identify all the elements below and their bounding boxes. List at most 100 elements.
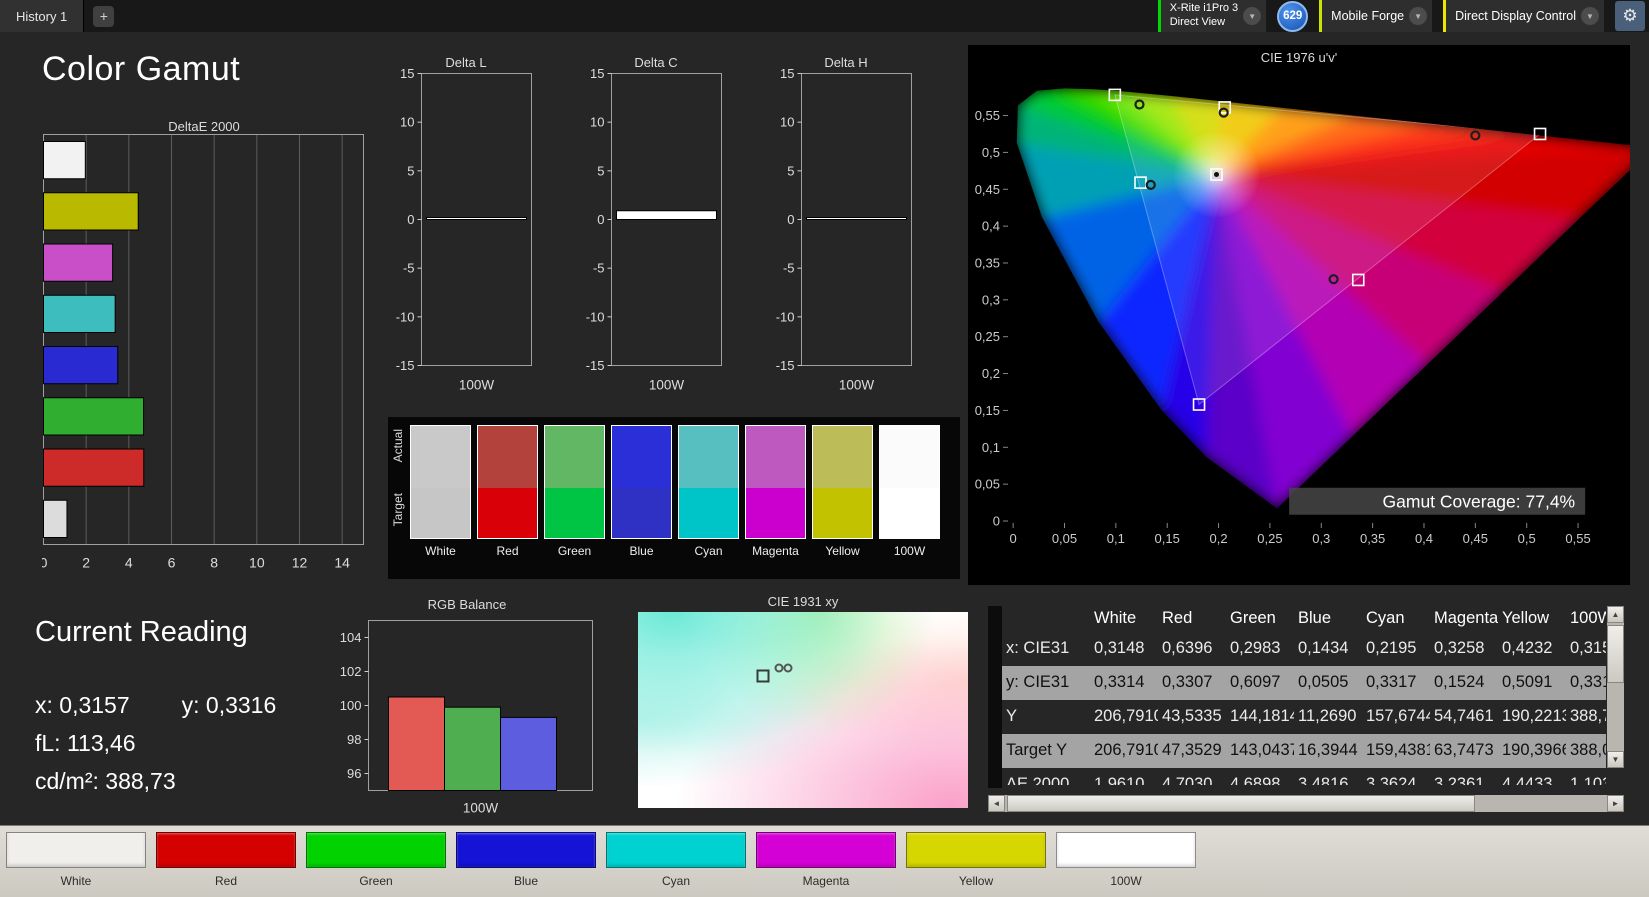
patch-100w[interactable] [1056,832,1196,868]
table-cell: 0,4232 [1502,639,1553,657]
scroll-left-button[interactable]: ◄ [988,795,1005,812]
patch-cell-red: Red [156,832,296,888]
deltae-bar-chart: 0 2 4 6 8 10 12 14 [42,134,364,571]
chevron-down-icon[interactable]: ▼ [1581,7,1599,25]
scroll-up-button[interactable]: ▲ [1607,606,1624,623]
cie1976-diagram: 0 0,05 0,1 0,15 0,2 0,25 0,3 0,35 0,4 0,45 0,5 0,55… [975,88,1630,546]
patch-label: White [60,874,92,888]
table-cell: 3,2361 [1434,775,1485,785]
chevron-down-icon[interactable]: ▼ [1409,7,1428,25]
swatch-yellow: Yellow [812,425,873,558]
display-control-dropdown[interactable]: Direct Display Control ▼ [1443,0,1604,32]
swatch-target-color [813,488,872,538]
table-row-label: Y [1006,707,1018,725]
swatch-actual-color [612,426,671,488]
scroll-down-button[interactable]: ▼ [1607,751,1624,768]
patch-red[interactable] [156,832,296,868]
table-cell: 43,5335 [1162,707,1222,725]
svg-text:2: 2 [82,555,90,571]
vertical-scroll-thumb[interactable] [1607,625,1624,683]
svg-text:0: 0 [787,212,794,227]
patch-row: White Red Green Blue Cyan Magenta Yellow 100W [6,832,1196,888]
add-tab-button[interactable]: + [93,5,115,27]
table-header-cell: Magenta [1434,609,1498,627]
meter-dropdown[interactable]: X-Rite i1Pro 3 Direct View ▼ [1157,0,1267,32]
swatch-blue: Blue [611,425,672,558]
horizontal-scroll-thumb[interactable] [1007,795,1475,812]
patch-cell-white: White [6,832,146,888]
svg-text:10: 10 [780,115,794,130]
patch-cell-green: Green [306,832,446,888]
table-row: y: CIE31 0,3314 0,3307 0,6097 0,0505 0,3317 0,… [1002,666,1606,700]
meter-mode: Direct View [1169,16,1226,28]
swatch-actual-color [545,426,604,488]
svg-text:Gamut Coverage: 77,4%: Gamut Coverage: 77,4% [1383,492,1576,512]
reading-cdm2: cd/m²: 388,73 [35,768,176,794]
history-tab[interactable]: History 1 [0,0,85,32]
patch-blue[interactable] [456,832,596,868]
table-cell: 388,0000 [1570,741,1606,759]
patch-label: 100W [1110,874,1142,888]
svg-text:0,45: 0,45 [1463,531,1488,546]
svg-text:96: 96 [347,766,361,781]
horizontal-scroll-track[interactable] [1005,795,1607,812]
swatch-actual-color [478,426,537,488]
table-header-cell: Red [1162,609,1193,627]
table-cell: 1,1033 [1570,775,1606,785]
cie1931-diagram [638,612,968,808]
meter-device-name: X-Rite i1Pro 3 [1169,2,1239,15]
chevron-down-icon[interactable]: ▼ [1243,7,1262,25]
svg-text:14: 14 [334,555,350,571]
svg-text:15: 15 [400,68,414,81]
swatch-actual-color [880,426,939,488]
svg-text:-10: -10 [396,309,415,324]
table-cell: 157,6744 [1366,707,1430,725]
topbar-controls: X-Rite i1Pro 3 Direct View ▼ 629 Mobile … [1157,0,1649,32]
table-cell: 0,3157 [1570,639,1606,657]
patch-cyan[interactable] [606,832,746,868]
table-cell: 0,3316 [1570,673,1606,691]
delta-h-chart: 15 10 5 0 -5 -10 -15 100W [776,68,912,393]
patch-label: Magenta [802,874,850,888]
table-cell: 143,0437 [1230,741,1294,759]
patch-magenta[interactable] [756,832,896,868]
settings-button[interactable]: ⚙ [1615,1,1645,31]
table-cell: 206,7910 [1094,741,1158,759]
patch-white[interactable] [6,832,146,868]
patch-yellow[interactable] [906,832,1046,868]
swatch-white: White [410,425,471,558]
current-reading-xy: x: 0,3157 y: 0,3316 [35,692,276,719]
table-cell: 159,4381 [1366,741,1430,759]
svg-text:5: 5 [597,163,604,178]
svg-text:-5: -5 [593,261,605,276]
table-cell: 63,7473 [1434,741,1494,759]
svg-text:4: 4 [125,555,133,571]
svg-text:0,5: 0,5 [982,145,1000,160]
svg-text:0,55: 0,55 [975,108,1000,123]
patch-green[interactable] [306,832,446,868]
rgb-balance-chart: 104 102 100 98 96 100W [340,620,593,816]
svg-text:-15: -15 [586,358,605,373]
reading-x: x: 0,3157 [35,692,130,718]
swatch-label: Blue [629,544,654,558]
measured-dot-marker [783,663,793,673]
pattern-source-dropdown[interactable]: Mobile Forge ▼ [1319,0,1433,32]
table-cell: 47,3529 [1162,741,1222,759]
table-cell: 388,7310 [1570,707,1606,725]
delta-l-chart: 15 10 5 0 -5 -10 -15 100W [396,68,532,393]
svg-text:0,3: 0,3 [1312,531,1330,546]
bottom-bar: WhiteRedGreenBlueCyanMagentaYellow100W ▲… [0,825,1649,897]
swatch-target-color [411,488,470,538]
patch-cell-cyan: Cyan [606,832,746,888]
table-horizontal-scrollbar[interactable]: ◄ ► [988,795,1624,812]
svg-text:0,35: 0,35 [1360,531,1385,546]
table-vertical-scrollbar[interactable]: ▲ ▼ [1607,606,1624,768]
svg-text:10: 10 [590,115,604,130]
table-header-cell [1002,606,1090,632]
patch-cell-blue: Blue [456,832,596,888]
deltae-chart-title: DeltaE 2000 [168,119,240,134]
vertical-scroll-track[interactable] [1607,623,1624,751]
swatch-actual-color [746,426,805,488]
scroll-right-button[interactable]: ► [1607,795,1624,812]
swatch-magenta: Magenta [745,425,806,558]
